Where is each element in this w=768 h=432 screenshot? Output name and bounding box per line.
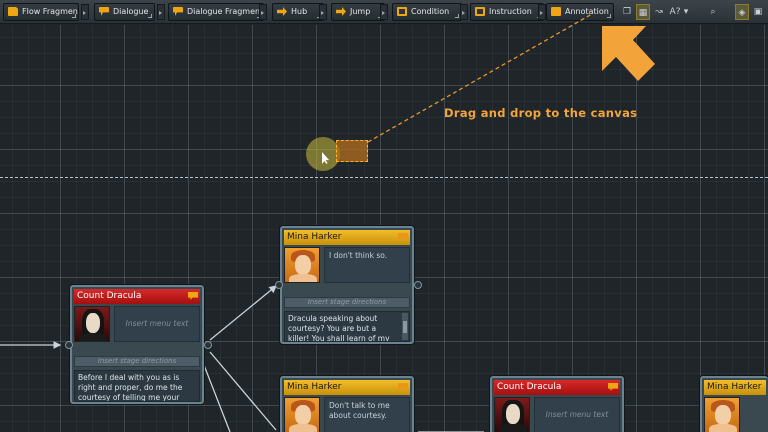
avatar-face [715,405,731,425]
dialogue-flag-icon [188,292,198,300]
avatar [284,247,320,283]
menu-text-field[interactable]: Don't talk to me about courtesy. [324,397,410,432]
speaker-name: Count Dracula [497,382,562,392]
node-header[interactable]: Mina Harker [704,380,766,395]
avatar [494,397,530,432]
avatar-body [709,424,737,432]
speaker-name: Count Dracula [77,291,142,301]
stage-directions-field[interactable]: Insert stage directions [284,297,410,308]
dialogue-text: Before I deal with you as is right and p… [78,373,183,402]
node-header[interactable]: Count Dracula [494,380,620,395]
menu-text-field[interactable]: I don't think so. [324,247,410,283]
output-pin[interactable] [204,341,212,349]
avatar [74,306,110,342]
dialogue-node-dracula-1[interactable]: Count Dracula Insert menu text Insert st… [70,285,204,404]
dialogue-text: Dracula speaking about courtesy? You are… [288,314,390,342]
pointer-arrow-icon [602,26,655,81]
menu-text-field[interactable]: Insert menu text [534,397,620,432]
dialogue-flag-icon [608,383,618,391]
avatar-body [499,424,527,432]
dialogue-node-mina-2[interactable]: Mina Harker Don't talk to me about court… [280,376,414,432]
avatar-face [506,404,520,424]
scrollbar-thumb[interactable] [403,321,407,333]
drag-trail [367,13,593,143]
speaker-name: Mina Harker [287,232,342,242]
dialogue-node-dracula-2[interactable]: Count Dracula Insert menu text [490,376,624,432]
output-pin[interactable] [414,281,422,289]
speaker-name: Mina Harker [707,382,762,392]
menu-text-field[interactable]: Insert menu text [114,306,200,342]
wire-dracula1-mina1 [209,285,278,341]
input-pin[interactable] [275,281,283,289]
speaker-name: Mina Harker [287,382,342,392]
wire-dracula1-mina2 [209,351,277,431]
dialogue-node-mina-3[interactable]: Mina Harker [700,376,768,432]
dialogue-text-field[interactable]: Before I deal with you as is right and p… [74,370,200,402]
node-header[interactable]: Count Dracula [74,289,200,304]
avatar-body [79,333,107,341]
node-header[interactable]: Mina Harker [284,380,410,395]
dialogue-flag-icon [398,233,408,241]
avatar-body [289,274,317,282]
input-pin[interactable] [65,341,73,349]
dialogue-node-mina-1[interactable]: Mina Harker I don't think so. Insert sta… [280,226,414,344]
dialogue-flag-icon [398,383,408,391]
text-scrollbar[interactable] [402,313,408,340]
avatar-body [289,424,317,432]
avatar-face [86,313,100,333]
avatar-face [295,255,311,275]
dialogue-text-field[interactable]: Dracula speaking about courtesy? You are… [284,311,410,342]
stage-directions-field[interactable]: Insert stage directions [74,356,200,367]
avatar [704,397,740,432]
node-header[interactable]: Mina Harker [284,230,410,245]
avatar-face [295,405,311,425]
avatar [284,397,320,432]
